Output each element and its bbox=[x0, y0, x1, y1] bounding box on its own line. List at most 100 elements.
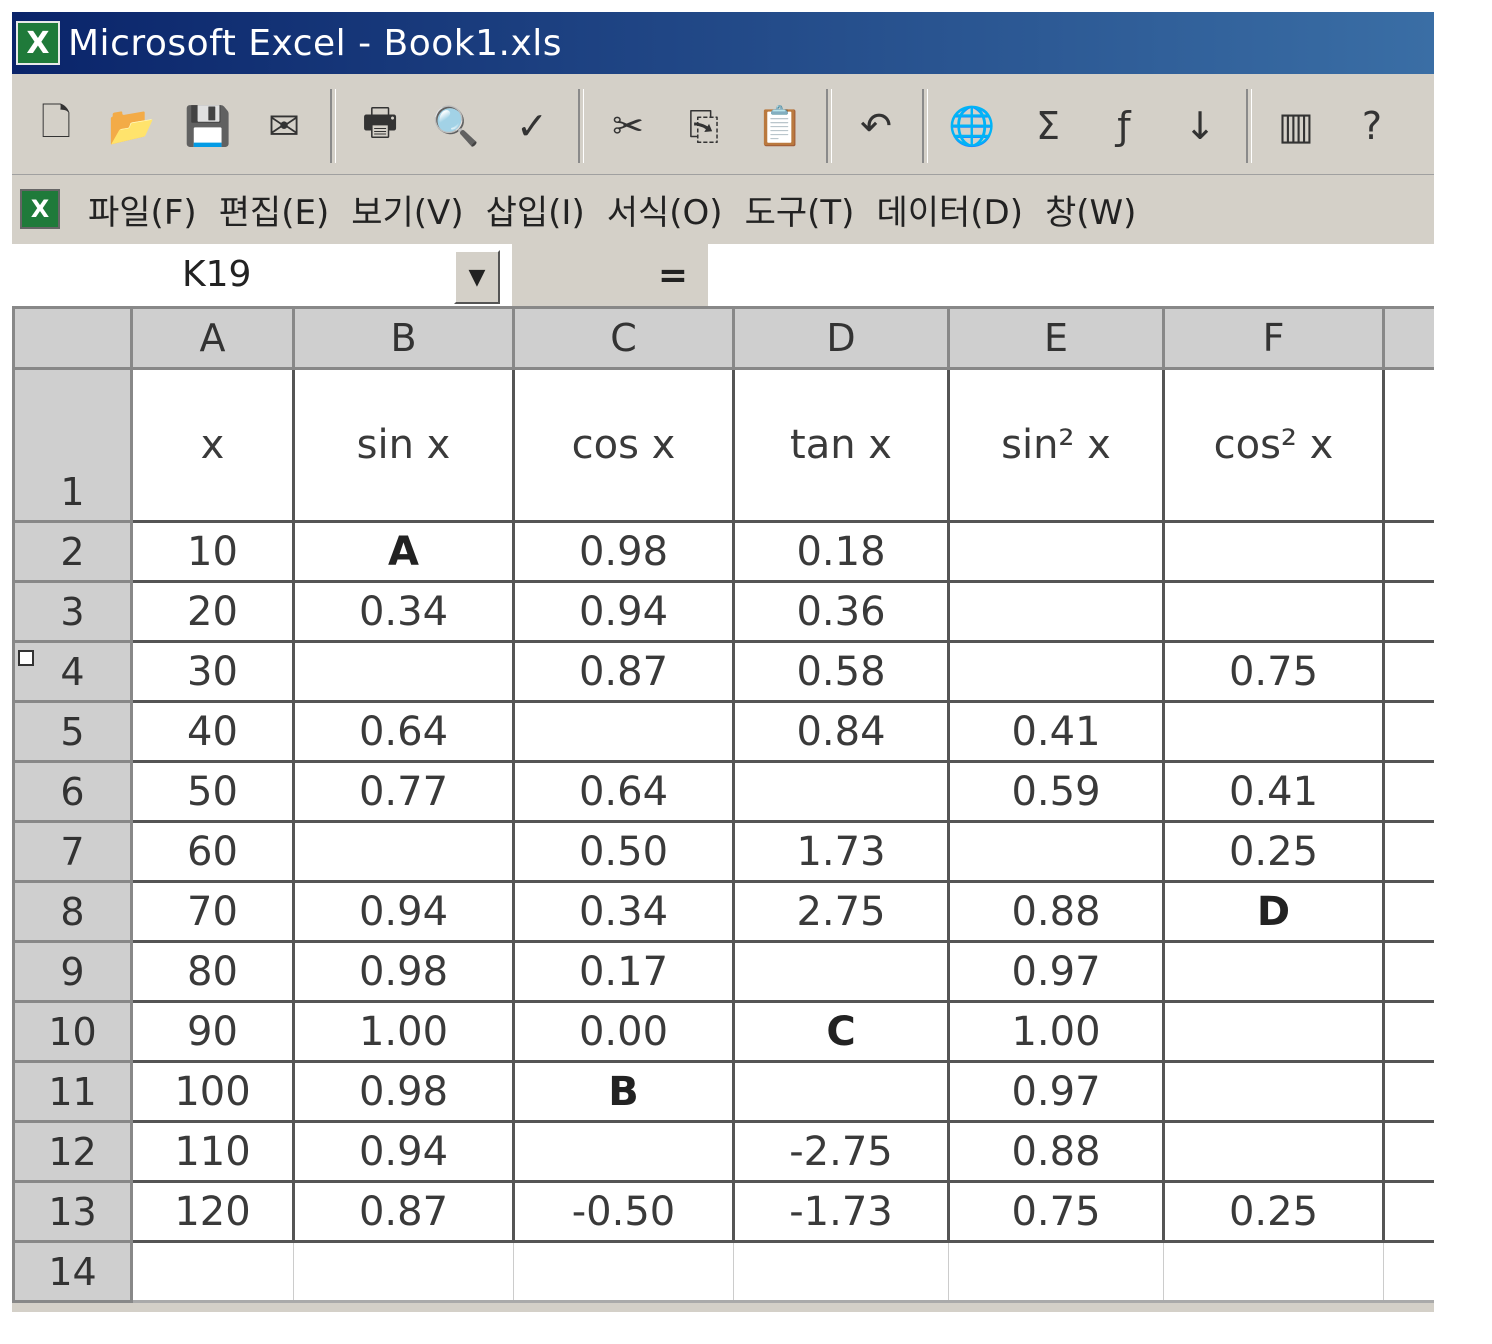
menu-item-2[interactable]: 보기(V) bbox=[351, 185, 463, 234]
save-icon[interactable]: 💾 bbox=[176, 94, 240, 158]
row-header[interactable]: 12 bbox=[12, 1120, 133, 1183]
selection-handle[interactable] bbox=[18, 650, 34, 666]
cell-empty[interactable] bbox=[1382, 940, 1434, 1003]
column-header-overflow[interactable] bbox=[1382, 306, 1434, 370]
cell-F12[interactable] bbox=[1162, 1120, 1385, 1183]
cell-F11[interactable] bbox=[1162, 1060, 1385, 1123]
cell-header-A[interactable]: x bbox=[130, 367, 295, 523]
row-header[interactable]: 7 bbox=[12, 820, 133, 883]
cell-empty[interactable] bbox=[1382, 1120, 1434, 1183]
cell-B4[interactable] bbox=[292, 640, 515, 703]
cell-D8[interactable]: 2.75 bbox=[732, 880, 950, 943]
column-header-D[interactable]: D bbox=[732, 306, 950, 370]
cell-A3[interactable]: 20 bbox=[130, 580, 295, 643]
cell-B10[interactable]: 1.00 bbox=[292, 1000, 515, 1063]
cell-empty[interactable] bbox=[1382, 580, 1434, 643]
cell-empty[interactable] bbox=[1382, 760, 1434, 823]
cell-D5[interactable]: 0.84 bbox=[732, 700, 950, 763]
cell-empty[interactable] bbox=[1383, 1240, 1434, 1303]
email-icon[interactable]: ✉ bbox=[252, 94, 316, 158]
menu-item-5[interactable]: 도구(T) bbox=[745, 185, 855, 234]
cell-E2[interactable] bbox=[947, 520, 1165, 583]
row-header[interactable]: 5 bbox=[12, 700, 133, 763]
cell-empty[interactable] bbox=[1382, 367, 1434, 523]
cell-B3[interactable]: 0.34 bbox=[292, 580, 515, 643]
cell-D2[interactable]: 0.18 bbox=[732, 520, 950, 583]
cell-D6[interactable] bbox=[732, 760, 950, 823]
cell-C11[interactable]: B bbox=[512, 1060, 735, 1123]
name-box-dropdown-icon[interactable]: ▼ bbox=[454, 250, 500, 304]
cell-E12[interactable]: 0.88 bbox=[947, 1120, 1165, 1183]
cell-B11[interactable]: 0.98 bbox=[292, 1060, 515, 1123]
cell-empty[interactable] bbox=[1382, 880, 1434, 943]
row-header[interactable]: 10 bbox=[12, 1000, 133, 1063]
row-header[interactable]: 3 bbox=[12, 580, 133, 643]
cell-B8[interactable]: 0.94 bbox=[292, 880, 515, 943]
row-header[interactable]: 9 bbox=[12, 940, 133, 1003]
menu-item-7[interactable]: 창(W) bbox=[1045, 185, 1136, 234]
select-all-corner[interactable] bbox=[12, 306, 133, 370]
menu-item-0[interactable]: 파일(F) bbox=[88, 185, 197, 234]
cell-B5[interactable]: 0.64 bbox=[292, 700, 515, 763]
cell-C2[interactable]: 0.98 bbox=[512, 520, 735, 583]
menu-item-3[interactable]: 삽입(I) bbox=[486, 185, 585, 234]
cell-empty[interactable] bbox=[1382, 700, 1434, 763]
row-header[interactable]: 14 bbox=[12, 1240, 133, 1303]
edit-formula-button[interactable]: = bbox=[512, 244, 708, 306]
cell-A14[interactable] bbox=[131, 1240, 294, 1303]
cell-B12[interactable]: 0.94 bbox=[292, 1120, 515, 1183]
autosum-icon[interactable]: Σ bbox=[1016, 94, 1080, 158]
cell-header-F[interactable]: cos² x bbox=[1162, 367, 1385, 523]
cell-A8[interactable]: 70 bbox=[130, 880, 295, 943]
row-header[interactable]: 13 bbox=[12, 1180, 133, 1243]
cell-F9[interactable] bbox=[1162, 940, 1385, 1003]
cell-E13[interactable]: 0.75 bbox=[947, 1180, 1165, 1243]
chart-icon[interactable]: ▥ bbox=[1264, 94, 1328, 158]
formula-input[interactable] bbox=[712, 244, 1434, 306]
cell-header-B[interactable]: sin x bbox=[292, 367, 515, 523]
copy-icon[interactable]: ⎘ bbox=[672, 94, 736, 158]
print-icon[interactable]: 🖶 bbox=[348, 94, 412, 158]
open-icon[interactable]: 📂 bbox=[100, 94, 164, 158]
cell-D14[interactable] bbox=[733, 1240, 949, 1303]
cell-D13[interactable]: -1.73 bbox=[732, 1180, 950, 1243]
column-header-A[interactable]: A bbox=[130, 306, 295, 370]
cell-E5[interactable]: 0.41 bbox=[947, 700, 1165, 763]
cell-E10[interactable]: 1.00 bbox=[947, 1000, 1165, 1063]
cell-B9[interactable]: 0.98 bbox=[292, 940, 515, 1003]
cell-A10[interactable]: 90 bbox=[130, 1000, 295, 1063]
cell-D4[interactable]: 0.58 bbox=[732, 640, 950, 703]
cell-header-E[interactable]: sin² x bbox=[947, 367, 1165, 523]
cell-E11[interactable]: 0.97 bbox=[947, 1060, 1165, 1123]
menu-item-1[interactable]: 편집(E) bbox=[219, 185, 330, 234]
cell-E4[interactable] bbox=[947, 640, 1165, 703]
menu-item-4[interactable]: 서식(O) bbox=[607, 185, 723, 234]
column-header-F[interactable]: F bbox=[1162, 306, 1385, 370]
help-icon[interactable]: ? bbox=[1340, 94, 1404, 158]
cell-B6[interactable]: 0.77 bbox=[292, 760, 515, 823]
cell-C14[interactable] bbox=[513, 1240, 734, 1303]
print-preview-icon[interactable]: 🔍 bbox=[424, 94, 488, 158]
paste-icon[interactable]: 📋 bbox=[748, 94, 812, 158]
cell-F3[interactable] bbox=[1162, 580, 1385, 643]
cell-A4[interactable]: 30 bbox=[130, 640, 295, 703]
cell-empty[interactable] bbox=[1382, 1000, 1434, 1063]
cell-F5[interactable] bbox=[1162, 700, 1385, 763]
workbook-icon[interactable]: X bbox=[20, 189, 60, 229]
cell-E6[interactable]: 0.59 bbox=[947, 760, 1165, 823]
cell-A7[interactable]: 60 bbox=[130, 820, 295, 883]
row-header[interactable]: 2 bbox=[12, 520, 133, 583]
cell-E8[interactable]: 0.88 bbox=[947, 880, 1165, 943]
new-icon[interactable]: 🗋 bbox=[24, 94, 88, 158]
cell-empty[interactable] bbox=[1382, 820, 1434, 883]
cell-E14[interactable] bbox=[948, 1240, 1164, 1303]
sort-icon[interactable]: ↓ bbox=[1168, 94, 1232, 158]
cell-E3[interactable] bbox=[947, 580, 1165, 643]
cell-F13[interactable]: 0.25 bbox=[1162, 1180, 1385, 1243]
cell-F6[interactable]: 0.41 bbox=[1162, 760, 1385, 823]
cell-empty[interactable] bbox=[1382, 640, 1434, 703]
cell-C3[interactable]: 0.94 bbox=[512, 580, 735, 643]
cell-F4[interactable]: 0.75 bbox=[1162, 640, 1385, 703]
cell-A9[interactable]: 80 bbox=[130, 940, 295, 1003]
cell-C9[interactable]: 0.17 bbox=[512, 940, 735, 1003]
